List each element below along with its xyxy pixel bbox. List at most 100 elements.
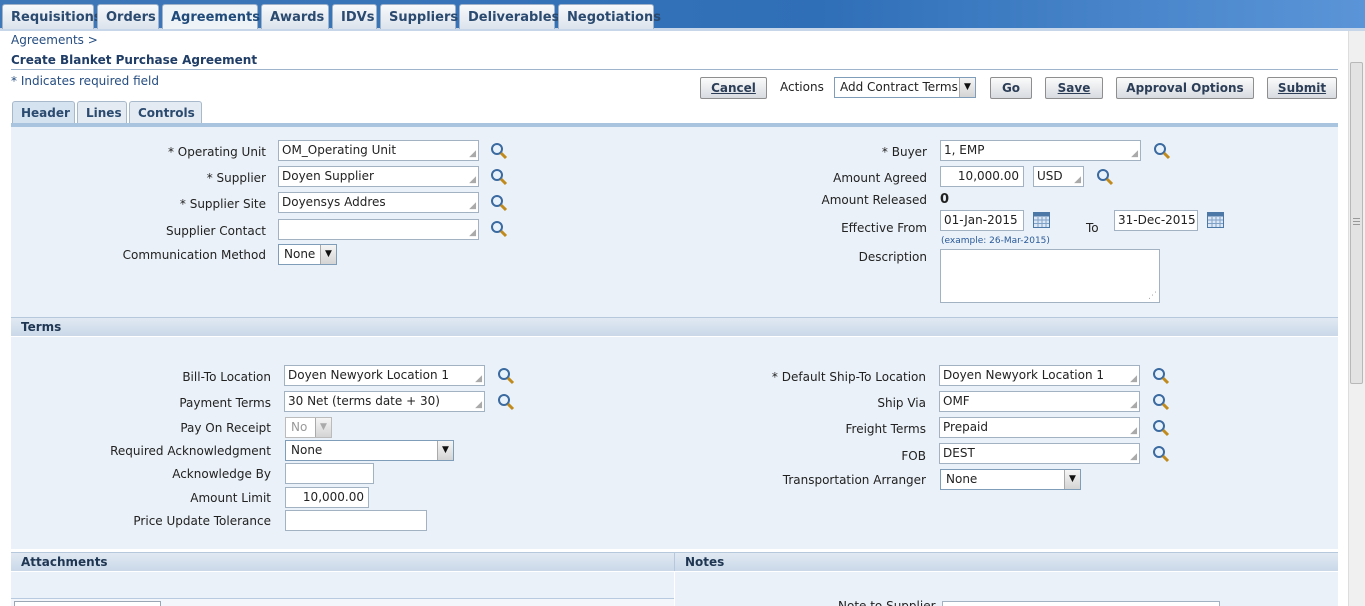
page-title: Create Blanket Purchase Agreement xyxy=(11,53,258,67)
tab-lines[interactable]: Lines xyxy=(77,101,127,125)
search-icon[interactable] xyxy=(1152,367,1170,385)
acknowledge-by-input[interactable] xyxy=(285,463,374,484)
ship-to-location-label: * Default Ship-To Location xyxy=(771,370,926,384)
resize-grip-icon: ◢ xyxy=(469,149,476,159)
note-to-supplier-textarea[interactable] xyxy=(942,601,1220,606)
required-acknowledgment-select[interactable]: None ▼ xyxy=(285,440,454,461)
search-icon[interactable] xyxy=(490,168,508,186)
search-icon[interactable] xyxy=(497,367,515,385)
chevron-down-icon: ▼ xyxy=(320,245,336,264)
ship-to-location-value: Doyen Newyork Location 1 xyxy=(943,368,1105,382)
tab-suppliers[interactable]: Suppliers xyxy=(380,4,458,29)
effective-from-input[interactable]: 01-Jan-2015 xyxy=(940,210,1024,231)
ship-via-input[interactable]: OMF ◢ xyxy=(939,391,1140,412)
tab-header[interactable]: Header xyxy=(12,101,75,125)
resize-grip-icon: ⋰ xyxy=(1148,291,1157,301)
supplier-input[interactable]: Doyen Supplier ◢ xyxy=(278,166,479,187)
attachments-section-header: Attachments xyxy=(11,552,674,571)
scrollbar-grip-icon xyxy=(1353,218,1360,227)
operating-unit-input[interactable]: OM_Operating Unit ◢ xyxy=(278,140,479,161)
tab-awards[interactable]: Awards xyxy=(261,4,329,29)
transportation-arranger-value: None xyxy=(946,472,978,486)
resize-grip-icon: ◢ xyxy=(469,228,476,238)
effective-to-input[interactable]: 31-Dec-2015 xyxy=(1114,210,1198,231)
note-to-supplier-label: Note to Supplier xyxy=(838,599,936,606)
supplier-value: Doyen Supplier xyxy=(282,169,374,183)
calendar-icon[interactable] xyxy=(1207,212,1224,228)
resize-grip-icon: ◢ xyxy=(475,400,482,410)
ship-via-value: OMF xyxy=(943,394,970,408)
effective-from-label: Effective From xyxy=(841,221,927,235)
amount-limit-input[interactable]: 10,000.00 xyxy=(285,487,369,508)
go-button[interactable]: Go xyxy=(990,77,1032,99)
title-divider xyxy=(11,69,1338,70)
resize-grip-icon: ◢ xyxy=(1130,452,1137,462)
pay-on-receipt-select[interactable]: No ▼ xyxy=(285,417,332,438)
acknowledge-by-label: Acknowledge By xyxy=(172,467,271,481)
resize-grip-icon: ◢ xyxy=(1130,400,1137,410)
freight-terms-value: Prepaid xyxy=(943,420,988,434)
currency-value: USD xyxy=(1037,169,1063,183)
date-format-hint: (example: 26-Mar-2015) xyxy=(941,236,1050,246)
fob-input[interactable]: DEST ◢ xyxy=(939,443,1140,464)
search-icon[interactable] xyxy=(497,393,515,411)
calendar-icon[interactable] xyxy=(1033,212,1050,228)
supplier-site-input[interactable]: Doyensys Addres ◢ xyxy=(278,192,479,213)
resize-grip-icon: ◢ xyxy=(1074,175,1081,185)
tab-requisitions[interactable]: Requisitions xyxy=(2,4,102,29)
tab-idvs[interactable]: IDVs xyxy=(332,4,377,29)
freight-terms-label: Freight Terms xyxy=(845,422,927,436)
freight-terms-input[interactable]: Prepaid ◢ xyxy=(939,417,1140,438)
save-button[interactable]: Save xyxy=(1045,77,1103,99)
submit-button[interactable]: Submit xyxy=(1267,77,1337,99)
bill-to-location-input[interactable]: Doyen Newyork Location 1 ◢ xyxy=(284,365,485,386)
search-icon[interactable] xyxy=(1152,445,1170,463)
required-acknowledgment-label: Required Acknowledgment xyxy=(110,444,271,458)
buyer-label: * Buyer xyxy=(881,145,927,159)
tab-deliverables[interactable]: Deliverables xyxy=(459,4,559,29)
supplier-contact-label: Supplier Contact xyxy=(166,224,266,238)
tab-controls[interactable]: Controls xyxy=(129,101,202,125)
operating-unit-value: OM_Operating Unit xyxy=(282,143,397,157)
actions-select-value: Add Contract Terms xyxy=(840,80,958,94)
search-icon[interactable] xyxy=(1153,142,1171,160)
search-icon[interactable] xyxy=(1096,168,1114,186)
buyer-value: 1, EMP xyxy=(944,143,985,157)
supplier-site-value: Doyensys Addres xyxy=(282,195,386,209)
search-icon[interactable] xyxy=(490,194,508,212)
cancel-button[interactable]: Cancel xyxy=(700,77,767,99)
chevron-down-icon: ▼ xyxy=(315,418,331,437)
communication-method-value: None xyxy=(284,247,316,261)
amount-agreed-input[interactable]: 10,000.00 xyxy=(940,166,1024,187)
description-textarea[interactable]: ⋰ xyxy=(940,249,1160,303)
supplier-contact-input[interactable]: ◢ xyxy=(278,219,479,240)
tab-orders[interactable]: Orders xyxy=(97,4,159,29)
cancel-button-label: Cancel xyxy=(711,81,756,95)
breadcrumb[interactable]: Agreements > xyxy=(11,33,98,47)
price-update-tolerance-input[interactable] xyxy=(285,510,427,531)
fob-label: FOB xyxy=(901,449,926,463)
currency-input[interactable]: USD ◢ xyxy=(1033,166,1084,187)
payment-terms-input[interactable]: 30 Net (terms date + 30) ◢ xyxy=(284,391,485,412)
search-icon[interactable] xyxy=(1152,419,1170,437)
resize-grip-icon: ◢ xyxy=(1130,426,1137,436)
resize-grip-icon: ◢ xyxy=(469,175,476,185)
transportation-arranger-select[interactable]: None ▼ xyxy=(940,469,1081,490)
actions-select[interactable]: Add Contract Terms ▼ xyxy=(834,77,976,98)
communication-method-select[interactable]: None ▼ xyxy=(278,244,337,265)
terms-section-header: Terms xyxy=(11,317,1338,336)
add-attachment-button[interactable] xyxy=(14,601,161,606)
tab-agreements[interactable]: Agreements xyxy=(162,4,260,29)
search-icon[interactable] xyxy=(1152,393,1170,411)
tab-negotiations[interactable]: Negotiations xyxy=(558,4,661,29)
payment-terms-label: Payment Terms xyxy=(179,396,271,410)
approval-options-button[interactable]: Approval Options xyxy=(1116,77,1254,99)
search-icon[interactable] xyxy=(490,142,508,160)
resize-grip-icon: ◢ xyxy=(1130,374,1137,384)
resize-grip-icon: ◢ xyxy=(1131,149,1138,159)
buyer-input[interactable]: 1, EMP ◢ xyxy=(940,140,1141,161)
pay-on-receipt-value: No xyxy=(291,420,308,434)
ship-to-location-input[interactable]: Doyen Newyork Location 1 ◢ xyxy=(939,365,1140,386)
chevron-down-icon: ▼ xyxy=(437,441,453,460)
search-icon[interactable] xyxy=(490,220,508,238)
